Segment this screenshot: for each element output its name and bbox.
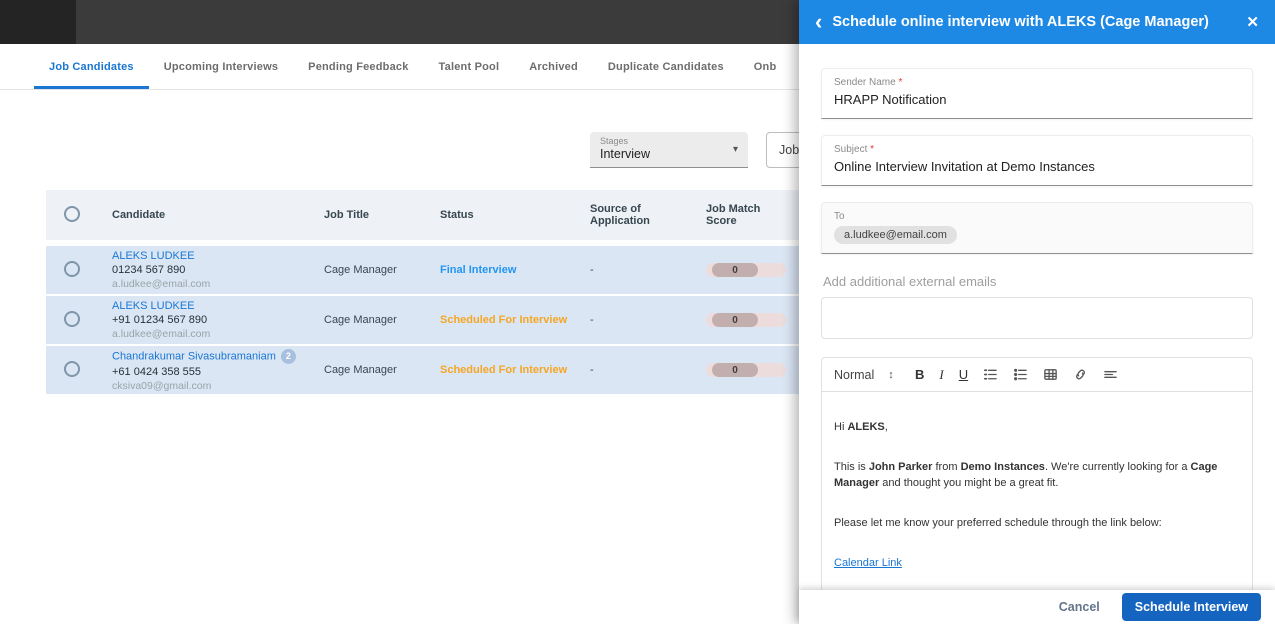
candidate-name-link[interactable]: ALEKS LUDKEE [112, 250, 195, 262]
job-match-score: 0 [706, 313, 786, 327]
chevron-down-icon: ▾ [732, 144, 738, 155]
recruiter-name-bold: John Parker [868, 460, 933, 473]
tab-duplicate-candidates[interactable]: Duplicate Candidates [593, 44, 739, 89]
subject-field[interactable]: Subject * [821, 135, 1253, 186]
panel-body: Sender Name * Subject * To a.ludkee@emai… [799, 44, 1275, 590]
table-icon[interactable] [1043, 367, 1058, 382]
job-dropdown-label: Job [779, 143, 800, 157]
close-icon[interactable]: ✕ [1246, 13, 1259, 31]
text-segment: and thought you might be a great fit. [879, 476, 1059, 489]
back-chevron-icon[interactable]: ‹ [815, 11, 822, 33]
intro-paragraph: This is John Parker from Demo Instances.… [834, 460, 1240, 492]
source-cell: - [590, 314, 594, 326]
job-match-score: 0 [706, 363, 786, 377]
score-value: 0 [712, 363, 758, 377]
job-title-cell: Cage Manager [324, 364, 397, 376]
subject-input[interactable] [834, 159, 1240, 174]
duplicate-count-badge: 2 [280, 348, 296, 364]
row-radio[interactable] [64, 260, 80, 277]
select-all-radio[interactable] [64, 205, 80, 222]
tab-archived[interactable]: Archived [514, 44, 593, 89]
candidate-phone: 01234 567 890 [112, 264, 186, 276]
schedule-paragraph: Please let me know your preferred schedu… [834, 516, 1240, 532]
candidate-name-bold: ALEKS [847, 421, 885, 433]
sender-name-label: Sender Name * [834, 77, 1240, 88]
required-marker: * [870, 144, 875, 155]
bullet-list-icon[interactable] [1013, 367, 1028, 382]
to-label: To [834, 211, 845, 222]
status-label[interactable]: Final Interview [440, 264, 516, 276]
tab-pending-feedback[interactable]: Pending Feedback [293, 44, 423, 89]
candidate-name-link[interactable]: ALEKS LUDKEE [112, 300, 195, 312]
candidate-phone: +91 01234 567 890 [112, 314, 208, 326]
sender-name-field[interactable]: Sender Name * [821, 68, 1253, 119]
candidate-email: cksiva09@gmail.com [112, 379, 212, 392]
panel-title: Schedule online interview with ALEKS (Ca… [832, 14, 1209, 30]
row-radio[interactable] [64, 310, 80, 327]
column-header-source: Source of Application [590, 203, 650, 227]
underline-button[interactable]: U [959, 367, 968, 382]
stages-dropdown-value: Interview [600, 147, 651, 161]
text-segment: , [884, 421, 888, 433]
cancel-button[interactable]: Cancel [1049, 595, 1110, 619]
company-name-bold: Demo Instances [960, 460, 1045, 473]
stages-dropdown-label: Stages [600, 136, 629, 146]
stages-dropdown[interactable]: Stages Interview ▾ [590, 132, 748, 168]
align-icon[interactable] [1103, 367, 1118, 382]
calendar-link[interactable]: Calendar Link [834, 557, 902, 569]
text-segment: Hi [834, 421, 848, 433]
format-value: Normal [834, 367, 875, 382]
updown-arrows-icon: ↕ [888, 368, 894, 381]
subject-label: Subject * [834, 144, 1240, 155]
email-body[interactable]: Hi ALEKS, This is John Parker from Demo … [822, 392, 1252, 572]
job-match-score: 0 [706, 263, 786, 277]
job-title-cell: Cage Manager [324, 264, 397, 276]
source-cell: - [590, 364, 594, 376]
label-text: Subject [834, 144, 868, 155]
text-segment: . We're currently looking for a [1044, 460, 1191, 473]
additional-emails-input[interactable] [821, 297, 1253, 339]
job-title-cell: Cage Manager [324, 314, 397, 326]
tab-onboarding[interactable]: Onb [739, 44, 792, 89]
column-header-status: Status [440, 209, 474, 221]
greeting-line: Hi ALEKS, [834, 420, 1240, 436]
recipient-email-chip[interactable]: a.ludkee@email.com [834, 226, 957, 244]
score-value: 0 [712, 263, 758, 277]
status-label[interactable]: Scheduled For Interview [440, 314, 567, 326]
row-radio[interactable] [64, 360, 80, 377]
sender-name-input[interactable] [834, 92, 1240, 107]
source-cell: - [590, 264, 594, 276]
format-select[interactable]: Normal ↕ [834, 368, 900, 382]
label-text: Sender Name [834, 77, 896, 88]
score-value: 0 [712, 313, 758, 327]
column-header-candidate: Candidate [112, 209, 166, 221]
candidate-email: a.ludkee@email.com [112, 278, 211, 290]
text-segment: Please let me know your preferred schedu… [834, 516, 1162, 529]
schedule-interview-button[interactable]: Schedule Interview [1121, 593, 1261, 621]
panel-header: ‹ Schedule online interview with ALEKS (… [799, 0, 1275, 44]
logo-area [0, 0, 76, 44]
editor-toolbar: Normal ↕ B I U [822, 358, 1252, 392]
schedule-interview-panel: ‹ Schedule online interview with ALEKS (… [799, 0, 1275, 624]
required-marker: * [898, 77, 903, 88]
to-field[interactable]: To a.ludkee@email.com [821, 202, 1253, 254]
column-header-job-title: Job Title [324, 209, 370, 221]
email-editor: Normal ↕ B I U Hi ALEKS, This is John Pa… [821, 357, 1253, 590]
tab-job-candidates[interactable]: Job Candidates [34, 44, 149, 89]
candidate-name-link[interactable]: Chandrakumar Sivasubramaniam [112, 350, 276, 362]
text-segment: from [932, 460, 961, 473]
status-label[interactable]: Scheduled For Interview [440, 364, 567, 376]
additional-emails-label: Add additional external emails [823, 274, 997, 289]
text-segment: This is [834, 460, 869, 473]
tab-upcoming-interviews[interactable]: Upcoming Interviews [149, 44, 293, 89]
candidate-email: a.ludkee@email.com [112, 328, 211, 340]
italic-button[interactable]: I [939, 367, 943, 383]
candidate-phone: +61 0424 358 555 [112, 365, 202, 378]
tab-talent-pool[interactable]: Talent Pool [424, 44, 515, 89]
panel-footer: Cancel Schedule Interview [799, 590, 1275, 624]
calendar-link-line: Calendar Link [834, 556, 1240, 572]
link-icon[interactable] [1073, 367, 1088, 382]
ordered-list-icon[interactable] [983, 367, 998, 382]
bold-button[interactable]: B [915, 367, 924, 382]
